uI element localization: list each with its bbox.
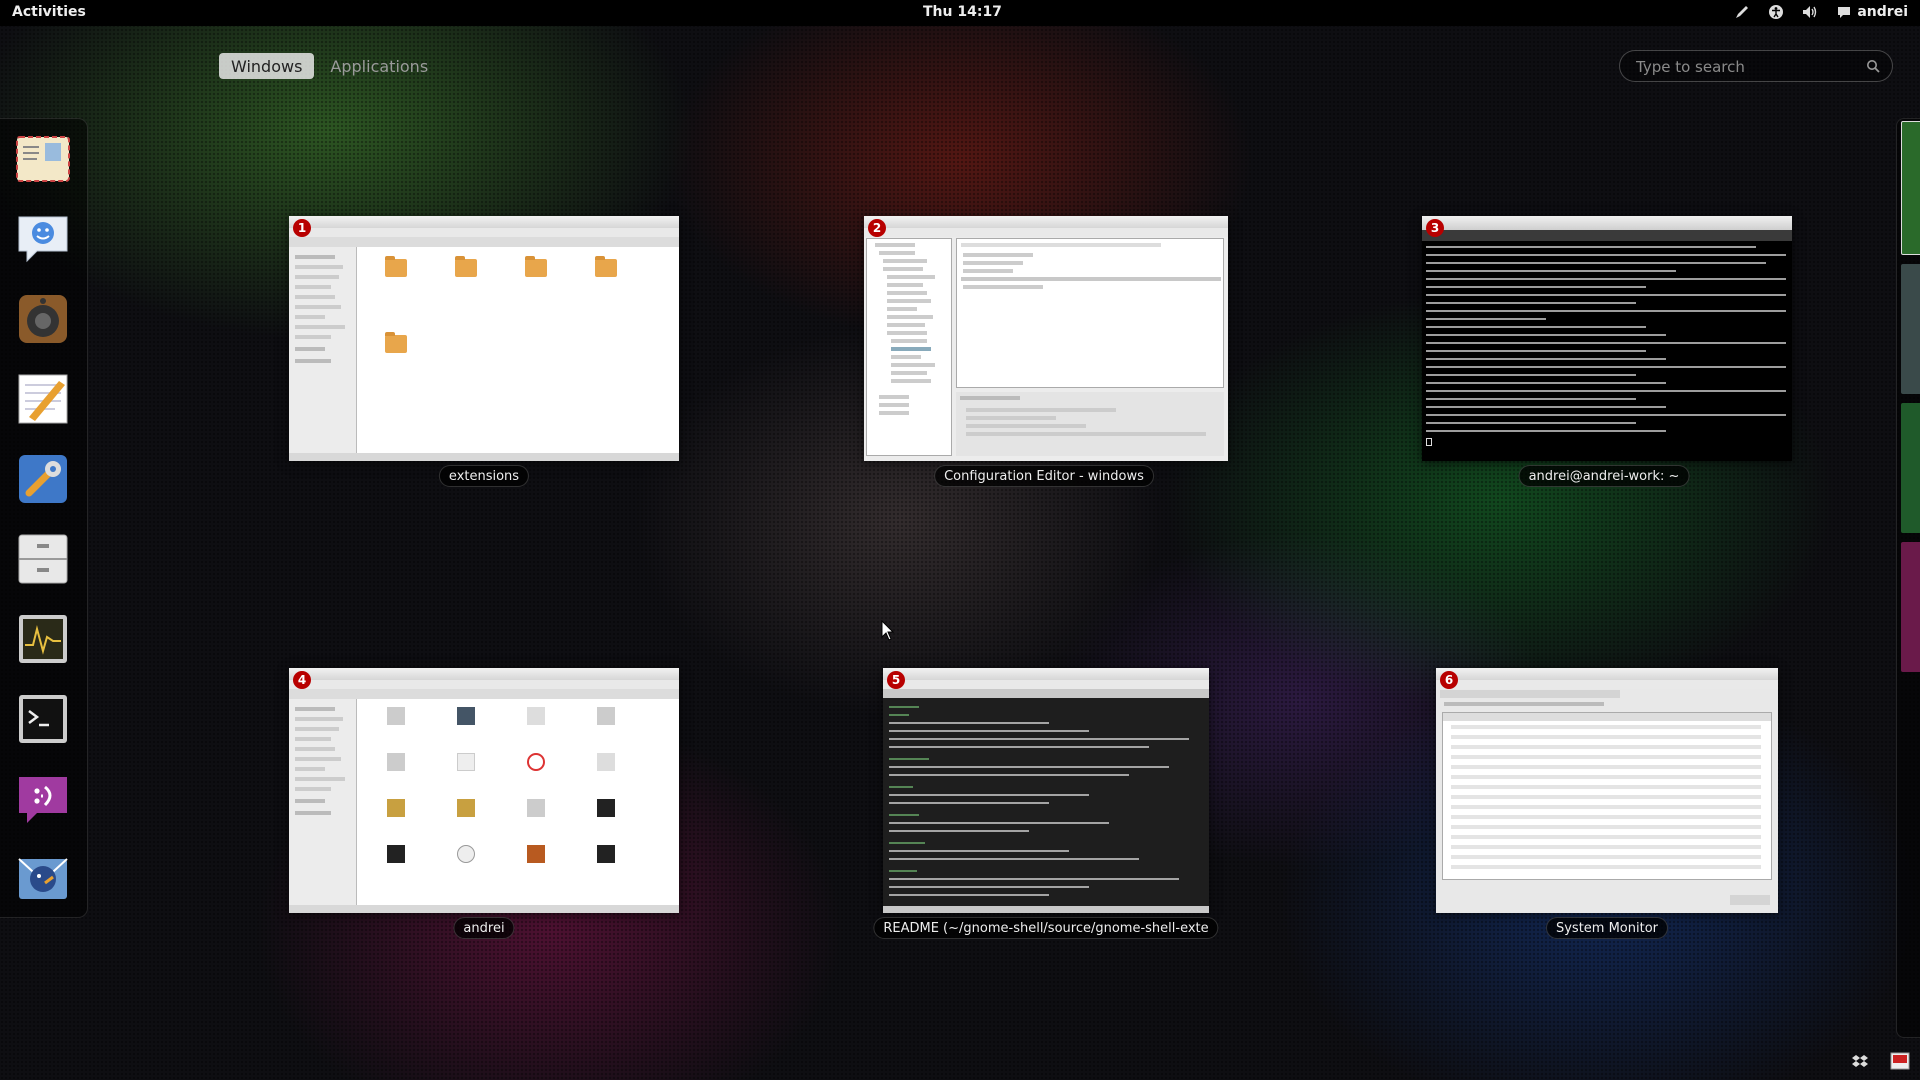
- window-sidebar: [289, 699, 357, 905]
- notepad-pencil-icon: [14, 369, 72, 429]
- terminal-icon: [14, 689, 72, 749]
- config-key-documentation: [956, 392, 1224, 456]
- volume-icon[interactable]: [1801, 3, 1819, 21]
- speaker-icon: [14, 289, 72, 349]
- window-thumbnail-terminal[interactable]: 3: [1422, 216, 1792, 461]
- window-titlebar: [289, 668, 679, 680]
- dash-item-thunderbird[interactable]: [14, 849, 72, 909]
- terminal-cursor: [1426, 438, 1432, 446]
- window-number-badge: 3: [1426, 219, 1444, 237]
- mouse-pointer-icon: [881, 620, 895, 641]
- monitor-graph-icon: [14, 609, 72, 669]
- user-menu[interactable]: andrei: [1835, 3, 1908, 21]
- window-statusbar: [883, 906, 1209, 913]
- top-panel: Activities Thu 14:17 andrei: [0, 0, 1920, 26]
- window-titlebar: [883, 668, 1209, 680]
- process-table: [1442, 712, 1772, 880]
- smiley-icon: [14, 769, 72, 829]
- tab-windows[interactable]: Windows: [219, 53, 315, 79]
- window-thumbnail-extensions[interactable]: 1: [289, 216, 679, 461]
- dropbox-icon[interactable]: [1852, 1053, 1868, 1069]
- dash-item-terminal[interactable]: [14, 689, 72, 749]
- message-tray: [1852, 1052, 1910, 1070]
- window-number-badge: 1: [293, 219, 311, 237]
- pen-icon[interactable]: [1733, 3, 1751, 21]
- window-menubar: [1422, 230, 1792, 241]
- window-menubar: [289, 228, 679, 237]
- window-titlebar: [864, 216, 1228, 228]
- thunderbird-icon: [14, 849, 72, 909]
- end-process-button[interactable]: [1730, 895, 1770, 905]
- dash-item-pidgin[interactable]: [14, 769, 72, 829]
- window-menubar: [864, 228, 1228, 237]
- status-area: andrei: [1733, 3, 1908, 21]
- dash-item-mail[interactable]: [14, 129, 72, 189]
- window-thumbnail-home-folder[interactable]: 4: [289, 668, 679, 913]
- window-number-badge: 5: [887, 671, 905, 689]
- window-toolbar: [289, 237, 679, 247]
- dash-item-files[interactable]: [14, 529, 72, 589]
- tab-applications[interactable]: Applications: [318, 53, 440, 79]
- view-selector: Windows Applications: [219, 53, 440, 79]
- window-toolbar: [883, 689, 1209, 698]
- window-content: [357, 699, 679, 905]
- wrench-icon: [14, 449, 72, 509]
- workspace-thumbnail-current[interactable]: [1901, 121, 1920, 255]
- workspace-thumbnail[interactable]: [1901, 264, 1920, 394]
- window-titlebar: [1436, 668, 1778, 680]
- window-thumbnail-system-monitor[interactable]: 6: [1436, 668, 1778, 913]
- window-statusbar: [289, 905, 679, 913]
- config-tree: [866, 238, 952, 456]
- window-caption: andrei@andrei-work: ~: [1518, 465, 1690, 487]
- window-caption: Configuration Editor - windows: [934, 465, 1154, 487]
- dash-item-empathy[interactable]: [14, 209, 72, 269]
- mail-notification-icon[interactable]: [1890, 1052, 1910, 1070]
- envelope-icon: [14, 129, 72, 189]
- dash-item-gedit[interactable]: [14, 369, 72, 429]
- window-thumbnail-config-editor[interactable]: 2: [864, 216, 1228, 461]
- window-titlebar: [289, 216, 679, 228]
- window-number-badge: 2: [868, 219, 886, 237]
- config-key-list: [956, 238, 1224, 388]
- search-box: [1619, 50, 1893, 82]
- user-name: andrei: [1857, 4, 1908, 20]
- window-statusbar: [289, 453, 679, 461]
- dash-item-rhythmbox[interactable]: [14, 289, 72, 349]
- activities-button[interactable]: Activities: [12, 4, 86, 20]
- search-input[interactable]: [1636, 56, 1856, 78]
- window-thumbnail-readme[interactable]: 5: [883, 668, 1209, 913]
- clock[interactable]: Thu 14:17: [923, 4, 1002, 20]
- window-menubar: [883, 680, 1209, 689]
- window-number-badge: 4: [293, 671, 311, 689]
- window-caption: README (~/gnome-shell/source/gnome-shell…: [873, 917, 1219, 939]
- dash-item-system-monitor[interactable]: [14, 609, 72, 669]
- workspace-switcher[interactable]: [1896, 118, 1920, 1038]
- window-caption: extensions: [438, 465, 530, 487]
- workspace-thumbnail[interactable]: [1901, 403, 1920, 533]
- window-tabs: [1440, 690, 1620, 698]
- accessibility-icon[interactable]: [1767, 3, 1785, 21]
- file-cabinet-icon: [14, 529, 72, 589]
- workspace-thumbnail[interactable]: [1901, 542, 1920, 672]
- dash: [0, 118, 88, 918]
- dash-item-settings[interactable]: [14, 449, 72, 509]
- window-toolbar: [289, 689, 679, 699]
- window-caption: andrei: [453, 917, 515, 939]
- window-menubar: [1436, 680, 1778, 689]
- window-caption: System Monitor: [1545, 917, 1669, 939]
- chat-icon: [1835, 3, 1853, 21]
- window-sidebar: [289, 247, 357, 453]
- window-content: [357, 247, 679, 453]
- chat-bubble-icon: [14, 209, 72, 269]
- search-icon: [1867, 60, 1880, 73]
- window-titlebar: [1422, 216, 1792, 230]
- window-menubar: [289, 680, 679, 689]
- window-number-badge: 6: [1440, 671, 1458, 689]
